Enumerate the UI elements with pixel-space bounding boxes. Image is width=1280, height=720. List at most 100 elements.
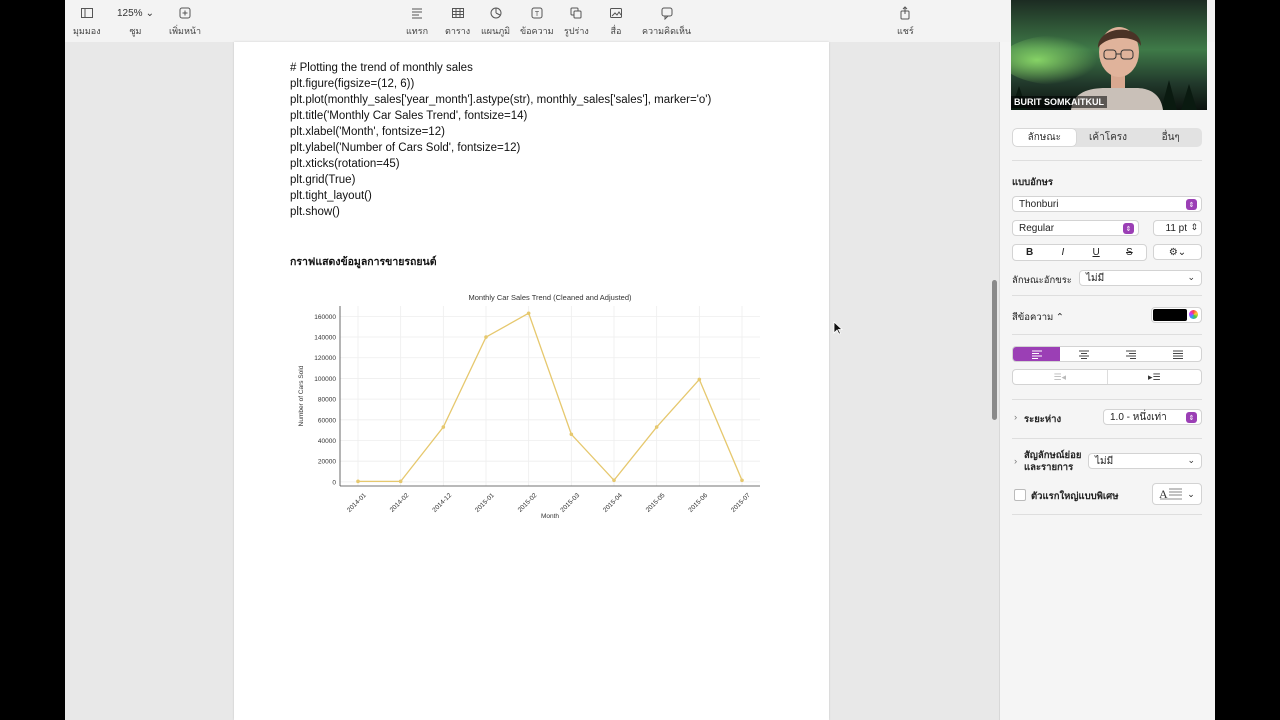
data-point	[356, 479, 360, 484]
chevron-down-icon: ⌄	[1187, 455, 1195, 465]
section-heading: กราฟแสดงข้อมูลการขายรถยนต์	[290, 256, 437, 268]
data-point	[526, 311, 531, 316]
data-point	[697, 377, 702, 382]
x-tick-label: 2014-01	[346, 492, 368, 514]
data-point	[654, 425, 659, 429]
format-panel: ลักษณะ เค้าโครง อื่นๆ แบบอักษร Thonburi …	[999, 42, 1215, 720]
comment-icon	[661, 7, 673, 20]
tab-style[interactable]: ลักษณะ	[1013, 129, 1076, 146]
chart-title: Monthly Car Sales Trend (Cleaned and Adj…	[468, 293, 632, 302]
spacing-select[interactable]: 1.0 - หนึ่งเท่า ⇕	[1103, 409, 1202, 425]
photo-icon	[610, 8, 622, 18]
font-size-stepper[interactable]: 11 pt ⇕	[1153, 220, 1202, 236]
text-format-buttons: B I U S	[1012, 244, 1147, 261]
chevron-updown-icon: ⇕	[1186, 412, 1197, 423]
shape-icon	[570, 7, 582, 19]
text-color-label: สีข้อความ ⌃	[1012, 312, 1064, 323]
y-tick-label: 160000	[314, 314, 336, 321]
divider	[1012, 334, 1202, 335]
divider	[1012, 438, 1202, 439]
y-tick-label: 60000	[318, 417, 336, 424]
plus-box-icon	[179, 7, 191, 19]
char-style-label: ลักษณะอักขระ	[1012, 275, 1072, 286]
y-tick-label: 100000	[314, 376, 336, 383]
code-line: plt.tight_layout()	[290, 190, 372, 202]
bullets-select[interactable]: ไม่มี ⌄	[1088, 453, 1202, 469]
document-canvas[interactable]: # Plotting the trend of monthly sales pl…	[65, 42, 999, 720]
x-tick-label: 2015-03	[559, 492, 581, 514]
decrease-indent-icon: ☰◂	[1053, 371, 1067, 382]
zoom-control[interactable]: 125% ⌄ ซูม	[117, 6, 154, 38]
view-label: มุมมอง	[73, 26, 101, 36]
media-button[interactable]: สื่อ	[609, 6, 623, 38]
pie-chart-icon	[490, 7, 502, 19]
text-options-button[interactable]: ⚙⌄	[1153, 244, 1202, 260]
sidebar-icon	[80, 8, 93, 18]
add-page-button[interactable]: เพิ่มหน้า	[169, 6, 201, 38]
underline-button[interactable]: U	[1080, 245, 1113, 260]
bold-button[interactable]: B	[1013, 245, 1046, 260]
y-tick-label: 20000	[318, 459, 336, 466]
divider	[1012, 160, 1202, 161]
align-left-icon	[1031, 350, 1042, 359]
text-color-picker[interactable]	[1151, 307, 1202, 323]
align-center-icon	[1078, 350, 1089, 359]
participant-name: BURIT SOMKAITKUL	[1011, 96, 1107, 108]
dropcap-preview-icon: A	[1159, 487, 1183, 501]
text-label: ข้อความ	[520, 26, 554, 36]
italic-button[interactable]: I	[1046, 245, 1079, 260]
table-icon	[451, 8, 464, 18]
sales-trend-chart[interactable]: 0 20000 40000 60000 80000 100000 120000 140000 1…	[290, 290, 770, 528]
char-style-value: ไม่มี	[1086, 272, 1105, 284]
text-box-icon: T	[531, 7, 543, 19]
align-right-button[interactable]	[1107, 347, 1154, 361]
document-page[interactable]: # Plotting the trend of monthly sales pl…	[234, 42, 829, 720]
font-style-select[interactable]: Regular ⇕	[1012, 220, 1139, 236]
chart-button[interactable]: แผนภูมิ	[481, 6, 510, 38]
tab-layout[interactable]: เค้าโครง	[1077, 128, 1140, 147]
insert-button[interactable]: แทรก	[406, 6, 428, 38]
comment-button[interactable]: ความคิดเห็น	[642, 6, 691, 38]
panel-tabs: ลักษณะ เค้าโครง อื่นๆ	[1012, 128, 1202, 147]
media-label: สื่อ	[610, 26, 622, 36]
code-line: plt.grid(True)	[290, 174, 356, 186]
decrease-indent-button[interactable]: ☰◂	[1013, 370, 1108, 384]
insert-label: แทรก	[406, 26, 429, 36]
y-axis-label: Number of Cars Sold	[298, 365, 305, 426]
chevron-updown-icon: ⇕	[1123, 223, 1134, 234]
align-right-icon	[1125, 350, 1136, 359]
align-left-button[interactable]	[1013, 347, 1060, 361]
table-button[interactable]: ตาราง	[445, 6, 470, 38]
font-section-label: แบบอักษร	[1012, 177, 1054, 188]
x-axis-label: Month	[541, 513, 559, 520]
chart-label: แผนภูมิ	[481, 26, 511, 36]
tab-more[interactable]: อื่นๆ	[1139, 128, 1202, 147]
disclosure-chevron-icon[interactable]: ›	[1014, 456, 1017, 467]
code-line: plt.figure(figsize=(12, 6))	[290, 78, 415, 90]
alignment-buttons	[1012, 346, 1202, 362]
font-size-value: 11 pt	[1165, 222, 1188, 234]
dropcap-checkbox[interactable]	[1014, 489, 1026, 501]
strikethrough-button[interactable]: S	[1113, 245, 1146, 260]
share-button[interactable]: แชร์	[897, 6, 914, 38]
text-button[interactable]: T ข้อความ	[520, 6, 554, 38]
font-family-select[interactable]: Thonburi ⇕	[1012, 196, 1202, 212]
y-tick-label: 140000	[314, 335, 336, 342]
justify-button[interactable]	[1154, 347, 1201, 361]
y-tick-label: 80000	[318, 397, 336, 404]
svg-text:T: T	[535, 11, 540, 18]
view-button[interactable]: มุมมอง	[73, 6, 101, 38]
data-point	[612, 478, 616, 483]
vertical-scrollbar[interactable]	[992, 280, 997, 420]
disclosure-chevron-icon[interactable]: ›	[1014, 412, 1017, 423]
increase-indent-button[interactable]: ▸☰	[1108, 370, 1202, 384]
chevron-down-icon: ⌄	[145, 7, 154, 19]
dropcap-style-select[interactable]: A ⌄	[1152, 483, 1202, 505]
shape-button[interactable]: รูปร่าง	[564, 6, 589, 38]
char-style-select[interactable]: ไม่มี ⌄	[1079, 270, 1202, 286]
code-line: plt.ylabel('Number of Cars Sold', fontsi…	[290, 142, 521, 154]
zoom-label: ซูม	[129, 26, 142, 36]
color-wheel-icon	[1189, 310, 1198, 319]
series-line	[358, 312, 743, 482]
align-center-button[interactable]	[1060, 347, 1107, 361]
